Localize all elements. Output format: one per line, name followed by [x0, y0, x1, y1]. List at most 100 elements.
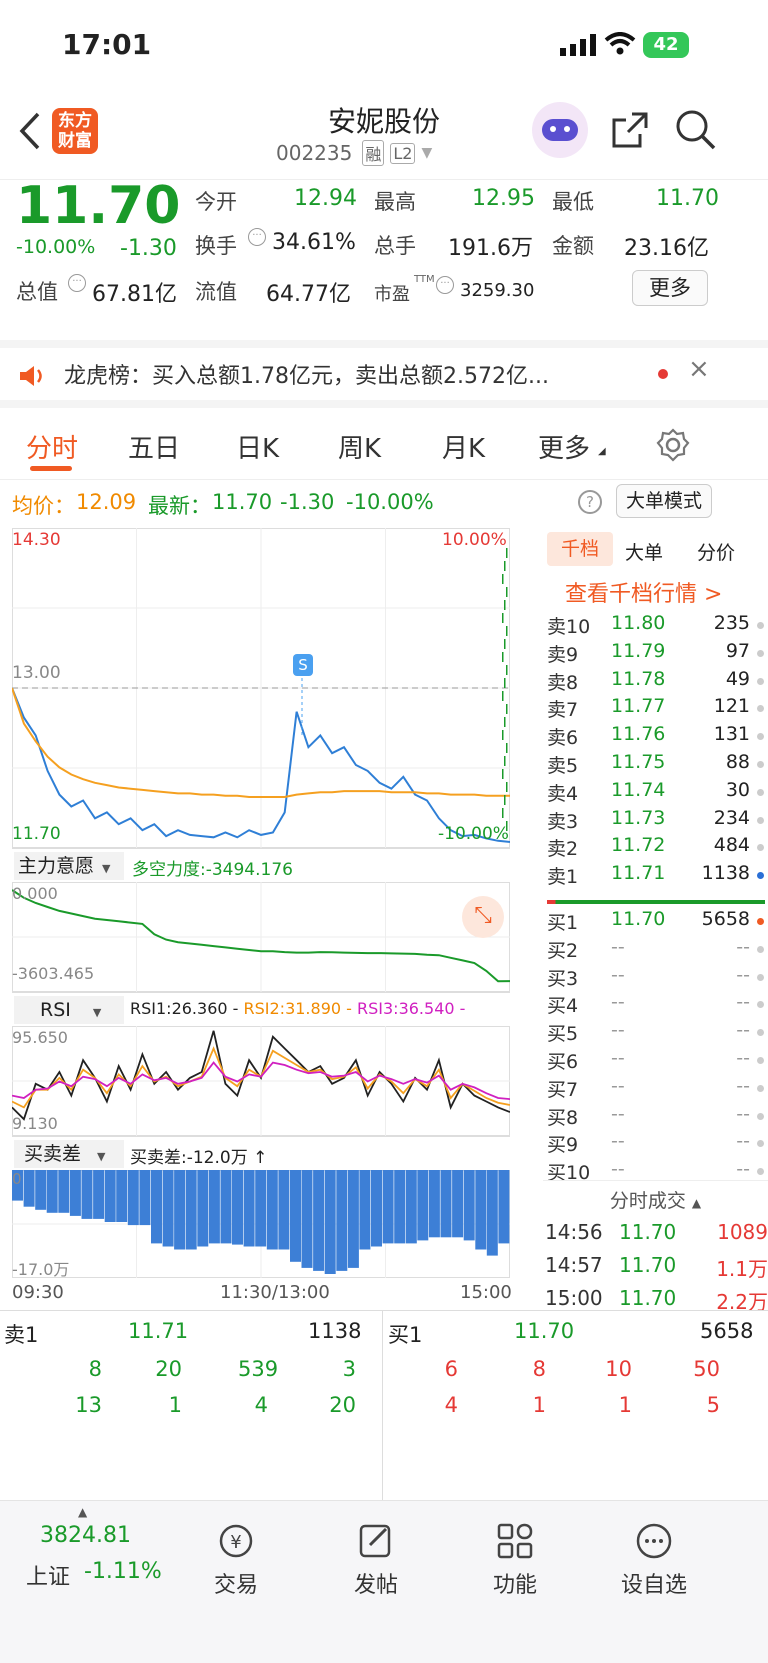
bid-row[interactable]: 买2 -- --: [543, 936, 768, 965]
buy-sell-diff-chart[interactable]: [12, 1170, 510, 1278]
stock-code: 002235: [276, 141, 353, 165]
share-icon[interactable]: [610, 110, 650, 150]
function-label: 功能: [492, 1573, 537, 1598]
bid-row[interactable]: 买9 -- --: [543, 1130, 768, 1159]
diff-bar: [127, 1170, 139, 1226]
caret-icon: ◢: [598, 446, 606, 457]
bid-row-label: 买5: [547, 1023, 579, 1046]
sell-signal-marker[interactable]: S: [293, 654, 313, 676]
ask-row[interactable]: 卖3 11.73 234: [543, 807, 768, 836]
diff-bar: [394, 1170, 406, 1244]
bid-row[interactable]: 买4 -- --: [543, 991, 768, 1020]
ask-row[interactable]: 卖6 11.76 131: [543, 723, 768, 752]
ask-row[interactable]: 卖4 11.74 30: [543, 779, 768, 808]
tab-big-order[interactable]: 大单: [625, 538, 663, 565]
bid-row[interactable]: 买5 -- --: [543, 1019, 768, 1048]
last-price: 11.70: [16, 176, 181, 236]
tab-five-day[interactable]: 五日: [128, 428, 180, 465]
index-name[interactable]: 上证: [26, 1559, 70, 1591]
diff-bar: [243, 1170, 255, 1247]
tab-price-dist[interactable]: 分价: [697, 538, 735, 565]
trade-price: 11.70: [619, 1253, 677, 1277]
rsi1-legend: RSI1:26.360 -: [130, 999, 239, 1018]
bsd-select[interactable]: 买卖差 ▼: [14, 1140, 124, 1168]
trade-row: 14:56 11.70 1089: [543, 1220, 768, 1249]
expand-icon[interactable]: ⤡: [462, 896, 504, 938]
price-chart[interactable]: [12, 528, 510, 848]
l2-sell-label: 卖1: [4, 1323, 39, 1347]
volume-tick: [504, 639, 506, 649]
big-order-mode-button[interactable]: 大单模式: [616, 484, 712, 518]
diff-bar: [417, 1170, 429, 1241]
trades-header[interactable]: 分时成交 ▲: [543, 1180, 768, 1220]
tab-month-k[interactable]: 月K: [442, 428, 485, 465]
trade-button[interactable]: ¥ 交易: [186, 1521, 286, 1599]
robot-avatar-icon[interactable]: [532, 102, 588, 158]
gear-icon[interactable]: [656, 428, 690, 462]
bid-row[interactable]: 买3 -- --: [543, 964, 768, 993]
function-button[interactable]: 功能: [465, 1521, 565, 1599]
row-dot: [757, 872, 764, 880]
diff-bar: [347, 1170, 359, 1268]
ask-row[interactable]: 卖2 11.72 484: [543, 834, 768, 863]
more-dots-icon[interactable]: ···: [248, 228, 266, 246]
bid-row-vol: --: [736, 935, 750, 958]
volume-tick: [504, 678, 506, 688]
tab-order-depth[interactable]: 千档: [547, 532, 613, 566]
l2-queue-cell: 5: [706, 1393, 720, 1417]
row-dot: [757, 1140, 764, 1148]
index-value[interactable]: 3824.81: [40, 1523, 131, 1548]
ask-row-price: 11.78: [611, 667, 666, 690]
index-pct[interactable]: -1.11%: [84, 1559, 162, 1584]
bid-row[interactable]: 买8 -- --: [543, 1103, 768, 1132]
bid-row[interactable]: 买6 -- --: [543, 1047, 768, 1076]
svg-text:¥: ¥: [230, 1532, 241, 1553]
more-dots-icon[interactable]: ···: [68, 274, 86, 292]
view-depth-link[interactable]: 查看千档行情 >: [565, 576, 722, 608]
diff-bar: [139, 1170, 151, 1226]
post-button[interactable]: 发帖: [326, 1521, 426, 1599]
tab-intraday[interactable]: 分时: [26, 428, 78, 465]
ask-row[interactable]: 卖5 11.75 88: [543, 751, 768, 780]
close-icon[interactable]: ×: [688, 354, 710, 384]
more-dots-icon[interactable]: ···: [436, 276, 454, 294]
diff-bar: [69, 1170, 81, 1216]
tab-more[interactable]: 更多: [538, 428, 590, 465]
ask-row[interactable]: 卖9 11.79 97: [543, 640, 768, 669]
more-button[interactable]: 更多: [632, 270, 708, 306]
rsi-select[interactable]: RSI ▼: [14, 996, 124, 1024]
bid-row[interactable]: 买1 11.70 5658: [543, 908, 768, 937]
ask-row[interactable]: 卖1 11.71 1138: [543, 862, 768, 891]
bid-row-price: 11.70: [611, 908, 666, 930]
high-label: 最高: [374, 190, 416, 214]
bid-row-vol: --: [736, 1047, 750, 1069]
row-dot: [757, 1001, 764, 1009]
ind1-top-label: 0.000: [12, 884, 58, 903]
bid-row-price: --: [611, 1019, 625, 1042]
row-dot: [757, 788, 764, 796]
trade-time: 14:56: [545, 1220, 603, 1244]
ask-row-vol: 484: [713, 834, 750, 857]
watchlist-button[interactable]: 设自选: [604, 1521, 704, 1599]
dragon-tiger-banner[interactable]: 龙虎榜：买入总额1.78亿元，卖出总额2.572亿... ×: [0, 340, 768, 408]
help-icon[interactable]: ?: [578, 490, 602, 514]
l2-queue-cell: 20: [329, 1393, 356, 1417]
rsi-chart[interactable]: [12, 1026, 510, 1136]
stock-code-row[interactable]: 002235 融 L2 ▼: [276, 140, 432, 166]
tab-day-k[interactable]: 日K: [236, 428, 279, 465]
more-dots-icon: [636, 1523, 672, 1559]
ask-row-vol: 49: [725, 667, 750, 690]
level2-tag: L2: [390, 142, 416, 164]
ask-row[interactable]: 卖8 11.78 49: [543, 668, 768, 697]
ask-row[interactable]: 卖10 11.80 235: [543, 612, 768, 641]
volume-tick: [504, 561, 506, 571]
bid-row-price: --: [611, 991, 625, 1014]
ask-row[interactable]: 卖7 11.77 121: [543, 695, 768, 724]
l2-queue-cell: 8: [532, 1357, 546, 1381]
search-icon[interactable]: [674, 108, 718, 152]
diff-bar: [405, 1170, 417, 1244]
pct-top-label: 10.00%: [442, 530, 507, 550]
bid-row[interactable]: 买7 -- --: [543, 1075, 768, 1104]
tab-week-k[interactable]: 周K: [338, 428, 381, 465]
indicator1-select[interactable]: 主力意愿 ▼: [14, 852, 124, 880]
